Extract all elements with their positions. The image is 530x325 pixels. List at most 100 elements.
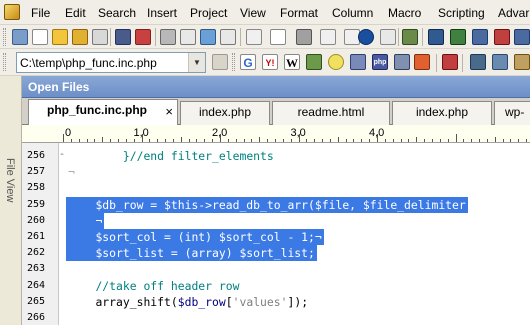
ruler-tick bbox=[204, 139, 206, 142]
ruler-tick bbox=[267, 139, 269, 142]
print-preview-icon[interactable] bbox=[180, 29, 196, 45]
tab-wp[interactable]: wp- bbox=[494, 101, 530, 125]
find-prev-icon[interactable] bbox=[472, 29, 488, 45]
web-search-icon[interactable] bbox=[306, 54, 322, 70]
fold-marker[interactable]: - bbox=[59, 149, 65, 160]
menu-format[interactable]: Format bbox=[280, 6, 318, 20]
ruler-tick bbox=[502, 139, 504, 142]
ruler-label: 3,0 bbox=[290, 127, 306, 139]
line-number: 266 bbox=[27, 312, 46, 323]
ftp-icon[interactable] bbox=[514, 54, 530, 70]
yahoo-search-icon[interactable]: Y! bbox=[262, 54, 278, 70]
menu-macro[interactable]: Macro bbox=[388, 6, 421, 20]
file-view-label: File View bbox=[4, 158, 16, 203]
ruler-tick bbox=[133, 139, 135, 142]
code-token: $sort_col = (int) $sort_col - 1;¬ bbox=[95, 230, 322, 244]
ruler-tick bbox=[235, 139, 237, 142]
menu-file[interactable]: File bbox=[31, 6, 50, 20]
ruler-tick bbox=[486, 139, 488, 142]
code-token: }//end filter_elements bbox=[122, 149, 274, 163]
new-file-icon[interactable] bbox=[12, 29, 28, 45]
code-token: $db_row bbox=[177, 294, 226, 309]
code-editor[interactable]: 256 257 258 259 260 261 262 263 264 265 266 -}//en… bbox=[22, 143, 530, 325]
file-path-combobox[interactable]: C:\temp\php_func.inc.php ▼ bbox=[16, 52, 206, 73]
menu-edit[interactable]: Edit bbox=[65, 6, 86, 20]
menu-column[interactable]: Column bbox=[332, 6, 373, 20]
open-folder-icon[interactable] bbox=[52, 29, 68, 45]
spell-check-icon[interactable] bbox=[442, 54, 458, 70]
ruler-tick bbox=[165, 139, 167, 142]
preview-icon[interactable] bbox=[200, 29, 216, 45]
tools-icon[interactable] bbox=[470, 54, 486, 70]
tab-index-php-2[interactable]: index.php bbox=[392, 101, 492, 125]
ruler-tick bbox=[102, 137, 104, 142]
menu-search[interactable]: Search bbox=[98, 6, 136, 20]
ruler-tick bbox=[526, 139, 528, 142]
line-number: 262 bbox=[27, 247, 46, 259]
save-as-icon[interactable] bbox=[135, 29, 151, 45]
dropdown-icon[interactable] bbox=[212, 54, 228, 70]
toolbar-grip[interactable] bbox=[3, 28, 6, 46]
code-line[interactable]: $sort_list = (array) $sort_list; bbox=[95, 245, 314, 261]
app-icon[interactable] bbox=[4, 4, 20, 20]
php-help-icon[interactable]: php bbox=[372, 54, 388, 70]
redo-icon[interactable] bbox=[402, 29, 418, 45]
toolbar-grip[interactable] bbox=[3, 53, 6, 71]
menu-scripting[interactable]: Scripting bbox=[438, 6, 485, 20]
code-line[interactable]: ¬ bbox=[95, 213, 102, 229]
code-line[interactable]: ¬ bbox=[68, 164, 75, 180]
secondary-toolbar: C:\temp\php_func.inc.php ▼ G Y! W php bbox=[0, 49, 530, 76]
tab-readme-html[interactable]: readme.html bbox=[272, 101, 390, 125]
tab-php-func-inc[interactable]: php_func.inc.php × bbox=[28, 99, 178, 126]
code-line[interactable]: $sort_col = (int) $sort_col - 1;¬ bbox=[95, 229, 321, 245]
find-in-files-icon[interactable] bbox=[514, 29, 530, 45]
replace-icon[interactable] bbox=[494, 29, 510, 45]
code-line[interactable]: //take off header row bbox=[95, 278, 239, 294]
ruler-tick bbox=[110, 139, 112, 142]
compare-icon[interactable] bbox=[492, 54, 508, 70]
globe-icon[interactable] bbox=[358, 29, 374, 45]
line-number: 259 bbox=[27, 198, 46, 210]
ruler-tick bbox=[392, 139, 394, 142]
close-file-icon[interactable] bbox=[92, 29, 108, 45]
code-line[interactable]: array_shift($db_row['values']); bbox=[95, 294, 308, 310]
cut-icon[interactable] bbox=[246, 29, 262, 45]
print-icon[interactable] bbox=[160, 29, 176, 45]
wikipedia-search-icon[interactable]: W bbox=[284, 54, 300, 70]
ruler-tick bbox=[479, 139, 481, 142]
tab-index-php[interactable]: index.php bbox=[180, 101, 270, 125]
find-icon[interactable] bbox=[428, 29, 444, 45]
menu-insert[interactable]: Insert bbox=[147, 6, 177, 20]
column-ruler: 0 1,0 2,0 3,0 4,0 bbox=[22, 125, 530, 143]
ruler-tick bbox=[345, 139, 347, 142]
file-tab-strip: php_func.inc.php × index.php readme.html… bbox=[22, 98, 530, 126]
web-link-icon[interactable] bbox=[350, 54, 366, 70]
code-line[interactable]: }//end filter_elements bbox=[123, 148, 274, 164]
tab-label: wp- bbox=[505, 105, 525, 119]
binary-icon[interactable] bbox=[296, 29, 312, 45]
ruler-tick bbox=[424, 139, 426, 142]
ruler-tick bbox=[337, 137, 339, 142]
line-number: 263 bbox=[27, 263, 46, 275]
file-view-tab[interactable]: File View bbox=[0, 76, 22, 325]
hex-edit-icon[interactable] bbox=[320, 29, 336, 45]
close-icon[interactable]: × bbox=[165, 101, 173, 122]
code-line[interactable]: $db_row = $this->read_db_to_arr($file, $… bbox=[95, 197, 465, 213]
page-setup-icon[interactable] bbox=[220, 29, 236, 45]
google-search-icon[interactable]: G bbox=[240, 54, 256, 70]
open-file-icon[interactable] bbox=[72, 29, 88, 45]
chevron-down-icon[interactable]: ▼ bbox=[188, 53, 205, 72]
find-next-icon[interactable] bbox=[450, 29, 466, 45]
web-browser-icon[interactable] bbox=[394, 54, 410, 70]
save-icon[interactable] bbox=[115, 29, 131, 45]
menu-project[interactable]: Project bbox=[190, 6, 227, 20]
menu-view[interactable]: View bbox=[240, 6, 266, 20]
copy-icon[interactable] bbox=[270, 29, 286, 45]
ruler-tick bbox=[416, 137, 418, 142]
new-document-icon[interactable] bbox=[32, 29, 48, 45]
undo-icon[interactable] bbox=[380, 29, 396, 45]
windows-icon[interactable] bbox=[414, 54, 430, 70]
toolbar-grip[interactable] bbox=[232, 53, 235, 71]
menu-advanced[interactable]: Advar bbox=[498, 6, 529, 20]
lightbulb-icon[interactable] bbox=[328, 54, 344, 70]
